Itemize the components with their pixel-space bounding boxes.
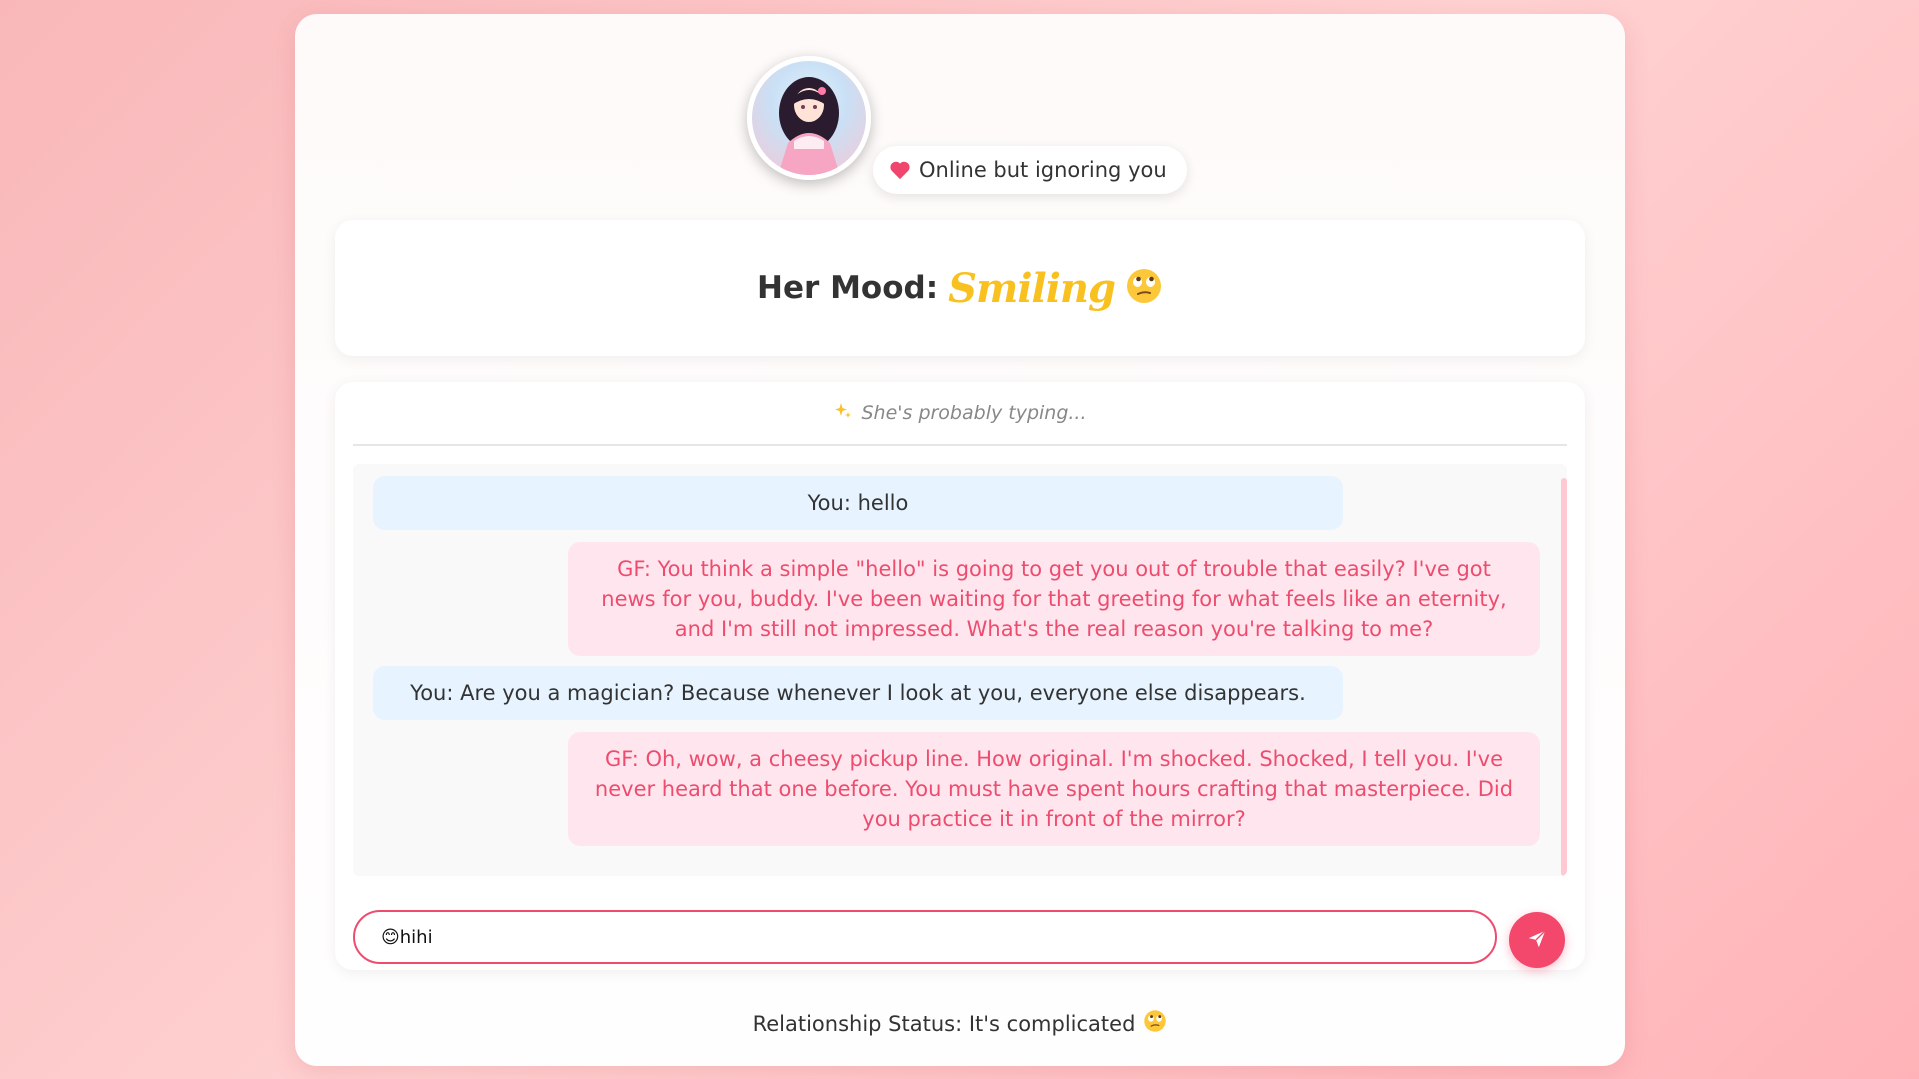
message-text: GF: You think a simple "hello" is going … [601,557,1507,641]
status-text: Online but ignoring you [919,158,1167,182]
message-scrollbar[interactable] [1561,478,1567,876]
mood-label: Her Mood: [757,270,939,306]
heart-icon [889,160,911,180]
chat-panel: She's probably typing... You: hello GF: … [335,382,1585,970]
mood-panel: Her Mood: Smiling [335,220,1585,356]
message-text: GF: Oh, wow, a cheesy pickup line. How o… [594,747,1514,831]
mood-value: Smiling [948,264,1116,312]
sparkles-icon [833,401,853,426]
paper-plane-icon [1526,928,1548,953]
eye-roll-face-icon [1125,267,1163,309]
chat-card: Online but ignoring you Her Mood: Smilin… [295,14,1625,1066]
typing-indicator: She's probably typing... [353,382,1567,446]
relationship-status: Relationship Status: It's complicated [295,1009,1625,1038]
message-gf: GF: Oh, wow, a cheesy pickup line. How o… [568,732,1540,846]
eye-roll-face-icon [1143,1009,1167,1038]
message-input-wrapper [353,910,1497,964]
typing-text: She's probably typing... [861,402,1087,424]
anime-girl-avatar-image [778,77,840,175]
message-gf: GF: You think a simple "hello" is going … [568,542,1540,656]
status-pill: Online but ignoring you [873,146,1187,194]
avatar [747,56,871,180]
relationship-status-text: Relationship Status: It's complicated [752,1011,1136,1036]
message-input[interactable] [381,912,1471,962]
message-text: You: hello [807,491,909,515]
message-you: You: hello [373,476,1343,530]
send-button[interactable] [1509,912,1565,968]
message-text: You: Are you a magician? Because wheneve… [410,681,1306,705]
message-you: You: Are you a magician? Because wheneve… [373,666,1343,720]
message-list[interactable]: You: hello GF: You think a simple "hello… [353,464,1567,876]
